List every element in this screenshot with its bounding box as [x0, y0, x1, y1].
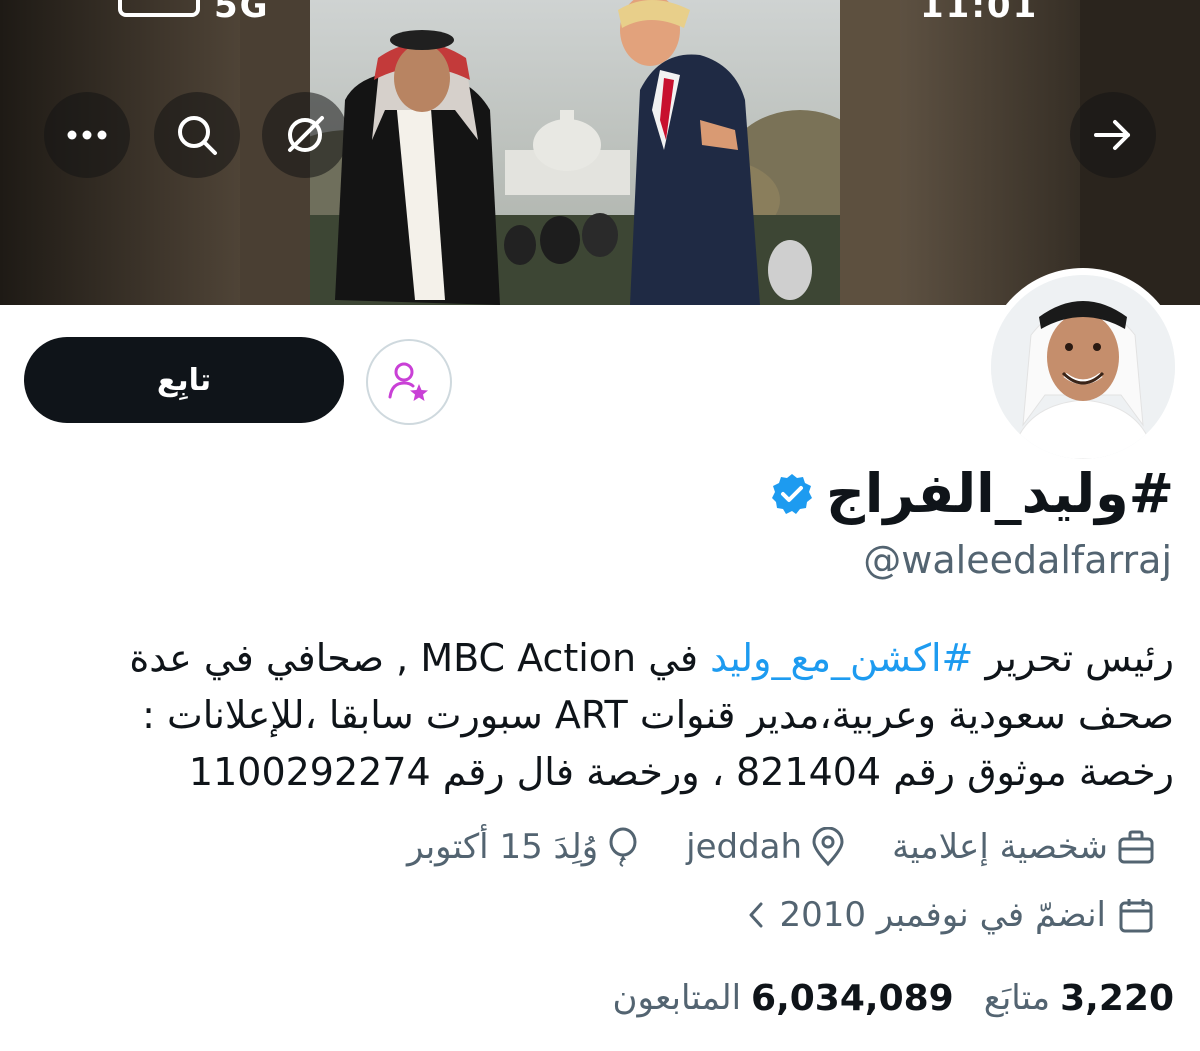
- back-button[interactable]: [1070, 92, 1156, 178]
- followers-stat[interactable]: 6,034,089 المتابعون: [613, 978, 954, 1019]
- search-button[interactable]: [154, 92, 240, 178]
- status-time: 11:01: [920, 0, 1038, 26]
- joined-row[interactable]: انضمّ في نوفمبر 2010: [745, 888, 1156, 942]
- grok-button[interactable]: [262, 92, 348, 178]
- avatar-portrait: [991, 275, 1175, 459]
- profile-meta: شخصية إعلامية jeddah وُلِدَ 15 أكتوبر: [407, 820, 1156, 874]
- follow-button[interactable]: تابِع: [24, 337, 344, 423]
- following-label: متابَع: [983, 978, 1051, 1018]
- birthday-item: وُلِدَ 15 أكتوبر: [407, 827, 640, 867]
- category-item: شخصية إعلامية: [892, 827, 1156, 867]
- arrow-right-icon: [1094, 120, 1130, 150]
- bio-hashtag-link[interactable]: #اكشن_مع_وليد: [710, 636, 973, 680]
- briefcase-icon: [1118, 830, 1154, 864]
- name-row: #وليد_الفراج: [770, 462, 1174, 526]
- location-label: jeddah: [686, 827, 803, 867]
- profile-avatar[interactable]: [984, 268, 1182, 466]
- more-button[interactable]: [44, 92, 130, 178]
- calendar-icon: [1119, 899, 1153, 933]
- profile-banner[interactable]: 5G 11:01: [0, 0, 1200, 305]
- balloon-icon: [609, 827, 637, 867]
- joined-label: انضمّ في نوفمبر 2010: [779, 895, 1106, 935]
- profile-handle: @waleedalfarraj: [863, 538, 1172, 582]
- search-icon: [178, 116, 217, 155]
- follow-stats: 3,220 متابَع 6,034,089 المتابعون: [613, 970, 1174, 1026]
- user-star-icon: [388, 362, 428, 401]
- bio-text-start: رئيس تحرير: [973, 636, 1174, 680]
- verified-badge-icon[interactable]: [770, 472, 814, 516]
- followers-label: المتابعون: [612, 978, 742, 1018]
- time-label: 11:01: [920, 0, 1039, 26]
- location-item: jeddah: [686, 827, 846, 867]
- signal-label: 5G: [214, 0, 270, 26]
- following-stat[interactable]: 3,220 متابَع: [984, 978, 1174, 1019]
- grok-icon: [288, 116, 324, 152]
- signal-indicator: 5G: [214, 0, 270, 26]
- follow-label: تابِع: [156, 362, 212, 398]
- following-count: 3,220: [1060, 977, 1174, 1019]
- category-label: شخصية إعلامية: [892, 827, 1108, 867]
- chevron-left-icon: [749, 902, 763, 928]
- display-name: #وليد_الفراج: [826, 462, 1174, 525]
- location-pin-icon: [812, 827, 844, 867]
- more-icon: [67, 130, 107, 140]
- avatar-image: [991, 275, 1175, 459]
- profile-bio: رئيس تحرير #اكشن_مع_وليد في MBC Action ,…: [99, 630, 1174, 801]
- followers-count: 6,034,089: [751, 977, 954, 1019]
- birthday-label: وُلِدَ 15 أكتوبر: [406, 827, 599, 867]
- subscribe-button[interactable]: [366, 339, 452, 425]
- battery-indicator: [118, 0, 200, 26]
